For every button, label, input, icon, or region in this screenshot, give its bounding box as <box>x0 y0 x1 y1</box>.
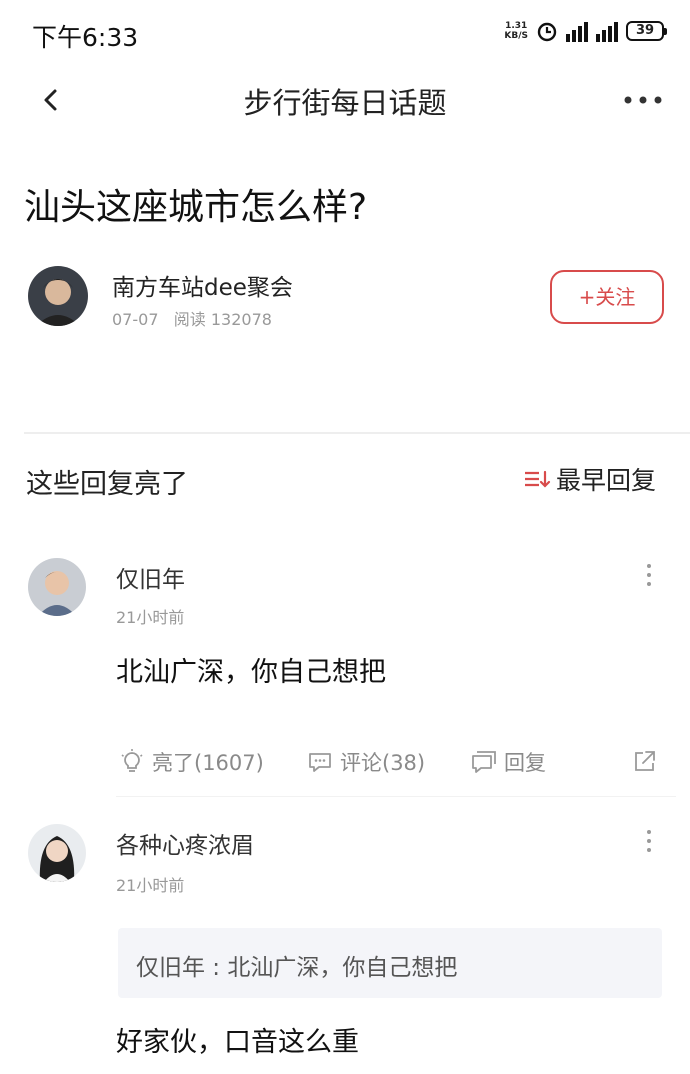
status-bar: 下午6:33 1.31 KB/S 39 <box>0 0 690 68</box>
light-count: 亮了(1607) <box>152 751 264 775</box>
author-name[interactable]: 南方车站dee聚会 <box>112 268 293 302</box>
share-button[interactable] <box>630 744 658 780</box>
reply-bubble-icon <box>472 751 496 773</box>
commenter-name[interactable]: 仅旧年 <box>116 560 185 594</box>
page-title: 步行街每日话题 <box>243 86 447 120</box>
network-speed-value: 1.31 <box>505 21 528 31</box>
network-speed: 1.31 KB/S <box>504 21 528 41</box>
signal-icon <box>566 20 588 42</box>
sort-button[interactable]: 最早回复 <box>522 462 656 496</box>
commenter-avatar[interactable] <box>28 824 86 882</box>
comment-button[interactable]: 评论(38) <box>306 744 425 780</box>
section-title: 这些回复亮了 <box>26 469 188 500</box>
more-vertical-icon[interactable] <box>644 828 654 854</box>
topic-title: 汕头这座城市怎么样? <box>24 187 368 228</box>
commenter-name[interactable]: 各种心疼浓眉 <box>116 826 254 860</box>
post-date: 07-07 <box>112 310 159 329</box>
comment-time: 21小时前 <box>116 608 185 627</box>
reply-label: 回复 <box>504 751 546 775</box>
network-speed-unit: KB/S <box>504 31 528 41</box>
comment-text: 好家伙，口音这么重 <box>116 1027 359 1058</box>
more-vertical-icon[interactable] <box>644 562 654 588</box>
battery-icon: 39 <box>626 21 667 41</box>
commenter-avatar[interactable] <box>28 558 86 616</box>
reply-button[interactable]: 回复 <box>470 744 546 780</box>
nav-bar: 步行街每日话题 <box>0 68 690 134</box>
comment-bubble-icon <box>309 753 331 772</box>
follow-button[interactable]: +关注 <box>550 270 664 324</box>
more-horizontal-icon[interactable] <box>622 88 664 112</box>
author-avatar[interactable] <box>28 266 88 326</box>
alarm-icon <box>537 22 557 42</box>
lightbulb-icon <box>121 749 143 772</box>
divider <box>24 432 690 434</box>
read-count: 阅读 132078 <box>173 310 272 329</box>
author-row: 南方车站dee聚会 07-07 阅读 132078 +关注 <box>28 266 668 332</box>
comment-actions: 亮了(1607) 评论(38) 回复 <box>116 744 666 780</box>
sort-label: 最早回复 <box>555 466 656 495</box>
comment-text: 北汕广深，你自己想把 <box>116 657 386 688</box>
comment-time: 21小时前 <box>116 876 185 895</box>
comment-count: 评论(38) <box>340 751 426 775</box>
author-meta: 07-07 阅读 132078 <box>112 306 272 330</box>
quoted-text: 仅旧年 : 北汕广深，你自己想把 <box>136 955 458 981</box>
quoted-reply[interactable]: 仅旧年 : 北汕广深，你自己想把 <box>118 928 662 998</box>
light-button[interactable]: 亮了(1607) <box>118 744 264 780</box>
signal-icon <box>596 20 618 42</box>
share-icon <box>635 751 655 771</box>
divider <box>116 796 676 797</box>
status-indicators: 1.31 KB/S 39 <box>504 20 667 42</box>
status-time: 下午6:33 <box>32 23 139 52</box>
sort-icon <box>524 470 551 488</box>
